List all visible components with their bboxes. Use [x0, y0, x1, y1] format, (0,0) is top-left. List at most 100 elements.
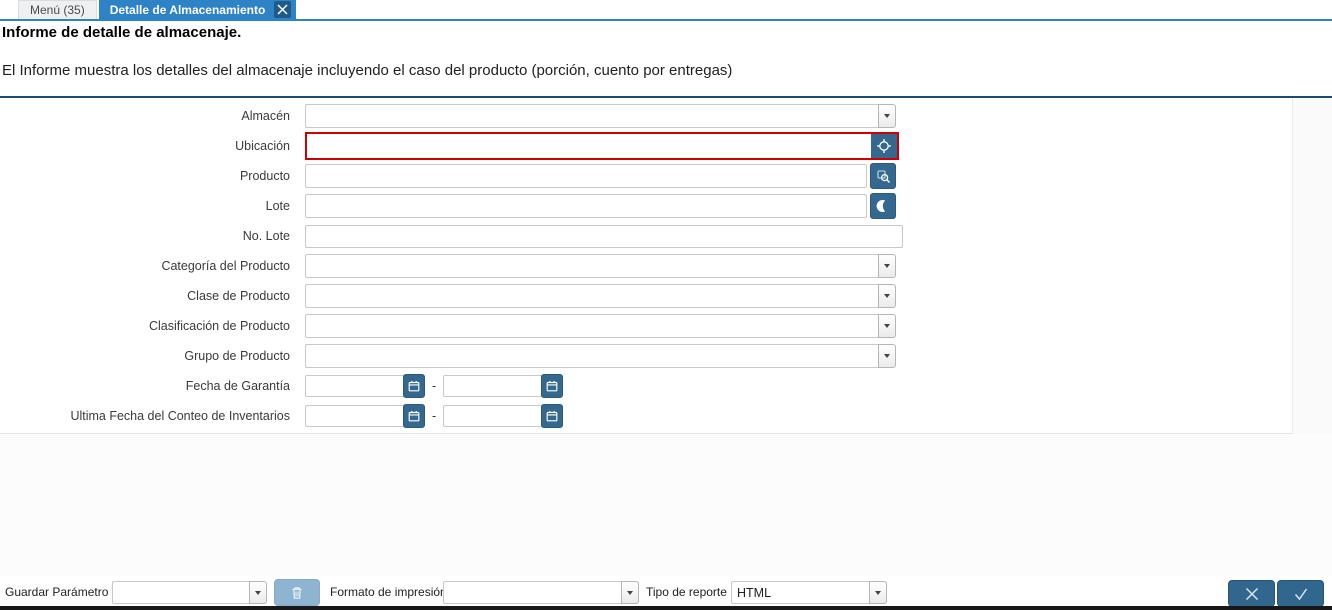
cancel-x-icon — [1243, 585, 1261, 603]
ubicacion-required-field — [305, 132, 899, 160]
product-search-icon — [876, 169, 891, 184]
tab-menu[interactable]: Menú (35) — [18, 0, 97, 19]
ubicacion-input[interactable] — [307, 134, 871, 158]
calendar-icon — [545, 409, 559, 423]
delete-parameter-button[interactable] — [274, 579, 320, 606]
chevron-down-icon — [884, 294, 890, 298]
print-format-dropdown-button[interactable] — [621, 581, 639, 604]
chevron-down-icon — [884, 114, 890, 118]
grupo-producto-combobox — [305, 344, 896, 368]
field-label: Fecha de Garantía — [0, 379, 290, 393]
chevron-down-icon — [875, 591, 881, 595]
tab-menu-label: Menú (35) — [30, 3, 85, 17]
field-label: Producto — [0, 169, 290, 183]
field-label: No. Lote — [0, 229, 290, 243]
save-parameter-combobox — [112, 581, 267, 604]
field-label: Categoría del Producto — [0, 259, 290, 273]
print-format-input[interactable] — [443, 581, 621, 604]
calendar-icon — [407, 409, 421, 423]
chevron-down-icon — [255, 591, 261, 595]
ok-button[interactable] — [1277, 580, 1324, 607]
panel-below-filler — [0, 434, 1332, 576]
page-description: El Informe muestra los detalles del alma… — [2, 62, 732, 79]
report-type-label: Tipo de reporte — [646, 585, 727, 599]
clasificacion-producto-input[interactable] — [305, 314, 878, 338]
ubicacion-locator-button[interactable] — [871, 134, 897, 158]
page-title: Informe de detalle de almacenaje. — [2, 24, 241, 41]
field-label: Clasificación de Producto — [0, 319, 290, 333]
categoria-producto-combobox — [305, 254, 896, 278]
categoria-producto-dropdown-button[interactable] — [878, 254, 896, 278]
parameter-panel: Almacén Ubicación — [0, 98, 1293, 434]
field-label: Clase de Producto — [0, 289, 290, 303]
date-range-separator: - — [432, 379, 436, 393]
ultima-fecha-conteo-from-calendar-button[interactable] — [403, 404, 425, 428]
report-type-dropdown-button[interactable] — [869, 581, 887, 604]
lote-search-button[interactable] — [870, 193, 896, 219]
calendar-icon — [545, 379, 559, 393]
grupo-producto-input[interactable] — [305, 344, 878, 368]
no-lote-input[interactable] — [305, 225, 903, 248]
clasificacion-producto-dropdown-button[interactable] — [878, 314, 896, 338]
bottom-border-strip — [0, 606, 1332, 610]
form-row-no-lote: No. Lote — [0, 221, 1292, 251]
categoria-producto-input[interactable] — [305, 254, 878, 278]
form-row-clase-producto: Clase de Producto — [0, 281, 1292, 311]
producto-search-button[interactable] — [870, 163, 896, 189]
form-row-categoria-producto: Categoría del Producto — [0, 251, 1292, 281]
field-label: Ultima Fecha del Conteo de Inventarios — [0, 409, 290, 423]
field-label: Grupo de Producto — [0, 349, 290, 363]
ultima-fecha-conteo-from-input[interactable] — [305, 405, 404, 427]
close-tab-button[interactable] — [274, 1, 291, 18]
form-row-producto: Producto — [0, 161, 1292, 191]
fecha-garantia-from-input[interactable] — [305, 375, 404, 397]
report-parameter-window: Menú (35) Detalle de Almacenamiento Info… — [0, 0, 1332, 610]
date-range-separator: - — [432, 409, 436, 423]
field-label: Ubicación — [0, 139, 290, 153]
tab-bar: Menú (35) Detalle de Almacenamiento — [0, 0, 1332, 21]
report-type-combobox[interactable]: HTML — [731, 581, 887, 604]
tab-detalle-almacenamiento[interactable]: Detalle de Almacenamiento — [99, 0, 297, 19]
trash-icon — [289, 585, 305, 601]
field-label: Lote — [0, 199, 290, 213]
clase-producto-input[interactable] — [305, 284, 878, 308]
chevron-down-icon — [884, 264, 890, 268]
clase-producto-combobox — [305, 284, 896, 308]
calendar-icon — [407, 379, 421, 393]
chevron-down-icon — [627, 591, 633, 595]
cancel-button[interactable] — [1228, 580, 1275, 607]
save-parameter-dropdown-button[interactable] — [249, 581, 267, 604]
chevron-down-icon — [884, 354, 890, 358]
almacen-combobox — [305, 104, 896, 128]
save-parameter-label: Guardar Parámetro — [5, 585, 108, 599]
chevron-down-icon — [884, 324, 890, 328]
close-icon — [277, 4, 288, 15]
form-row-lote: Lote — [0, 191, 1292, 221]
fecha-garantia-to-input[interactable] — [443, 375, 542, 397]
field-label: Almacén — [0, 109, 290, 123]
lote-input[interactable] — [305, 194, 867, 218]
clase-producto-dropdown-button[interactable] — [878, 284, 896, 308]
panel-right-filler — [1293, 98, 1332, 434]
fecha-garantia-to-calendar-button[interactable] — [541, 374, 563, 398]
form-row-almacen: Almacén — [0, 101, 1292, 131]
report-type-value: HTML — [731, 581, 869, 604]
locator-crosshair-icon — [876, 138, 892, 154]
form-row-ubicacion: Ubicación — [0, 131, 1292, 161]
producto-input[interactable] — [305, 164, 867, 188]
form-row-fecha-garantia: Fecha de Garantía - — [0, 371, 1292, 401]
ultima-fecha-conteo-to-calendar-button[interactable] — [541, 404, 563, 428]
lot-crescent-icon — [875, 198, 891, 214]
save-parameter-input[interactable] — [112, 581, 249, 604]
grupo-producto-dropdown-button[interactable] — [878, 344, 896, 368]
form-row-clasificacion-producto: Clasificación de Producto — [0, 311, 1292, 341]
print-format-label: Formato de impresión — [330, 585, 447, 599]
almacen-input[interactable] — [305, 104, 878, 128]
confirm-check-icon — [1292, 585, 1310, 603]
almacen-dropdown-button[interactable] — [878, 104, 896, 128]
tab-detalle-label: Detalle de Almacenamiento — [110, 3, 266, 17]
clasificacion-producto-combobox — [305, 314, 896, 338]
print-format-combobox — [443, 581, 639, 604]
ultima-fecha-conteo-to-input[interactable] — [443, 405, 542, 427]
fecha-garantia-from-calendar-button[interactable] — [403, 374, 425, 398]
